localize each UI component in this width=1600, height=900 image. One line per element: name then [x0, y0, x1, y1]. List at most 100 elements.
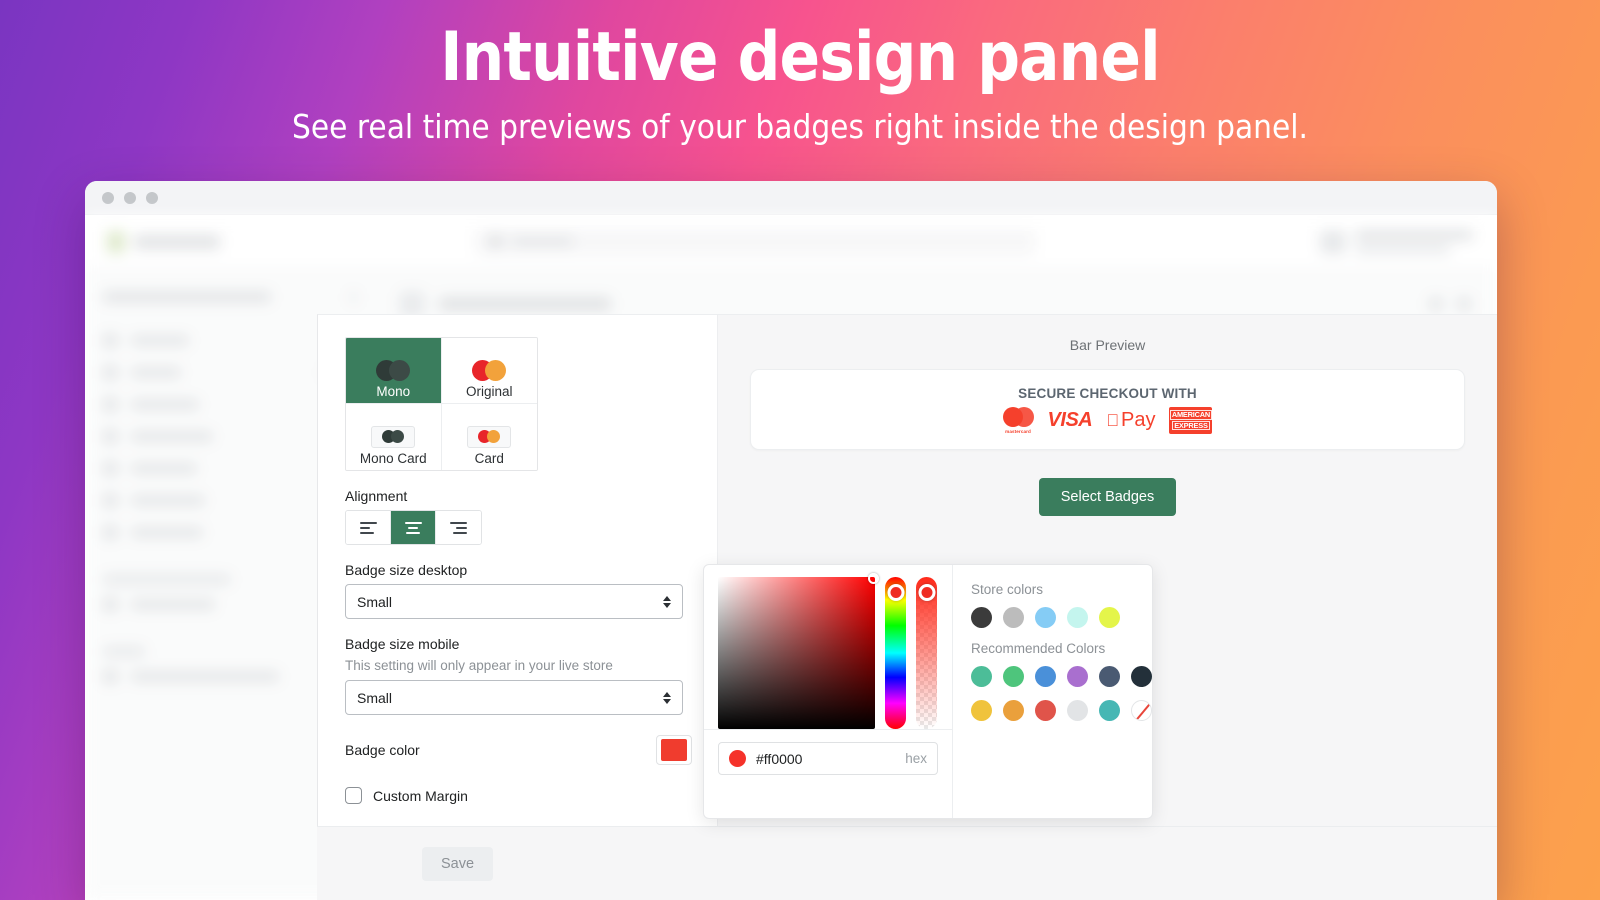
alpha-handle[interactable] — [918, 584, 935, 601]
align-right-button[interactable] — [436, 511, 481, 544]
close-dot[interactable] — [102, 191, 114, 204]
hue-handle[interactable] — [887, 584, 904, 601]
rec-swatch-1[interactable] — [971, 666, 992, 687]
hue-slider[interactable] — [885, 577, 906, 729]
rec-swatch-5[interactable] — [1099, 666, 1120, 687]
search-icon — [489, 235, 502, 248]
visa-badge-icon: VISA — [1047, 408, 1093, 431]
badge-style-original[interactable]: Original — [441, 338, 537, 404]
store-swatch-5[interactable] — [1099, 607, 1120, 628]
search-placeholder — [511, 237, 573, 246]
rec-swatch-3[interactable] — [1035, 666, 1056, 687]
rec-swatch-10[interactable] — [1067, 700, 1088, 721]
badge-size-mobile-value: Small — [357, 689, 393, 706]
save-bar: Save — [317, 826, 1497, 900]
badge-style-mono[interactable]: Mono — [346, 338, 442, 404]
store-swatch-4[interactable] — [1067, 607, 1088, 628]
apple-pay-label: Pay — [1114, 408, 1155, 431]
badge-style-card[interactable]: Card — [441, 404, 537, 470]
alpha-slider[interactable] — [916, 577, 937, 729]
rec-swatch-6[interactable] — [1131, 666, 1152, 687]
admin-topbar — [85, 215, 1497, 269]
minimize-dot[interactable] — [124, 191, 136, 204]
maximize-dot[interactable] — [146, 191, 158, 204]
account-menu[interactable] — [1320, 229, 1473, 254]
online-store-icon — [103, 597, 118, 612]
recommended-colors-title: Recommended Colors — [971, 641, 1106, 656]
admin-page-actions[interactable] — [1429, 297, 1471, 311]
hex-input-row: #ff0000 hex — [704, 729, 952, 775]
rec-swatch-4[interactable] — [1067, 666, 1088, 687]
admin-search-input[interactable] — [475, 228, 1035, 255]
save-button[interactable]: Save — [422, 846, 494, 881]
payment-badges-row: mastercard VISA  Pay AMERICAN EXPRESS — [1002, 406, 1213, 434]
store-swatch-1[interactable] — [971, 607, 992, 628]
no-color-swatch[interactable] — [1131, 700, 1152, 721]
color-card-icon — [467, 425, 512, 448]
select-badges-wrap: Select Badges — [718, 478, 1497, 516]
badge-size-desktop-value: Small — [357, 593, 393, 610]
mastercard-badge-label: mastercard — [1005, 428, 1031, 434]
badge-color-swatch-button[interactable] — [656, 735, 692, 765]
rec-swatch-2[interactable] — [1003, 666, 1024, 687]
browser-window: Mono Original Mono Card Card Alignment B… — [85, 181, 1497, 900]
custom-margin-row[interactable]: Custom Margin — [345, 787, 692, 804]
badge-size-mobile-select[interactable]: Small — [345, 680, 683, 715]
mastercard-badge-icon: mastercard — [1002, 406, 1034, 434]
bar-preview-title: Bar Preview — [1069, 337, 1146, 353]
avatar — [1320, 229, 1346, 254]
rec-swatch-11[interactable] — [1099, 700, 1120, 721]
alignment-segmented-control — [345, 510, 482, 545]
shopify-logo-icon — [107, 230, 125, 253]
stepper-arrows-icon — [663, 595, 671, 608]
hex-unit-label: hex — [905, 751, 927, 766]
select-badges-button[interactable]: Select Badges — [1038, 478, 1177, 516]
badge-size-mobile-label: Badge size mobile — [345, 636, 460, 652]
hero-section: Intuitive design panel See real time pre… — [0, 0, 1600, 146]
badge-size-desktop-label: Badge size desktop — [345, 562, 468, 578]
rec-swatch-7[interactable] — [971, 700, 992, 721]
home-icon — [103, 333, 118, 348]
store-switcher[interactable] — [103, 291, 357, 303]
window-titlebar — [85, 181, 1497, 215]
badge-style-card-label: Card — [474, 450, 504, 466]
mono-card-icon — [371, 425, 416, 448]
mastercard-mono-icon — [376, 359, 411, 381]
hex-color-dot — [729, 750, 746, 767]
alignment-label: Alignment — [345, 488, 408, 504]
orders-icon — [103, 365, 118, 380]
align-center-icon — [404, 521, 422, 534]
hex-input[interactable]: #ff0000 hex — [718, 742, 938, 775]
badge-color-row: Badge color — [345, 735, 692, 765]
align-center-button[interactable] — [391, 511, 436, 544]
sv-handle[interactable] — [868, 573, 879, 584]
badge-style-mono-label: Mono — [376, 383, 411, 399]
recommended-colors-row-2 — [971, 700, 1152, 721]
badge-color-label: Badge color — [345, 742, 420, 758]
rec-swatch-9[interactable] — [1035, 700, 1056, 721]
store-colors-title: Store colors — [971, 582, 1044, 597]
amex-line2: EXPRESS — [1172, 420, 1210, 431]
badge-size-desktop-select[interactable]: Small — [345, 584, 683, 619]
page-title: Intuitive design panel — [440, 18, 1160, 97]
store-colors-swatches — [971, 607, 1152, 628]
secure-checkout-text: SECURE CHECKOUT WITH — [1018, 385, 1197, 401]
saturation-value-area[interactable] — [718, 573, 879, 729]
badge-size-mobile-help: This setting will only appear in your li… — [345, 658, 613, 673]
store-swatch-3[interactable] — [1035, 607, 1056, 628]
badge-style-original-label: Original — [465, 383, 513, 399]
rec-swatch-8[interactable] — [1003, 700, 1024, 721]
account-labels — [1355, 229, 1473, 254]
align-left-button[interactable] — [346, 511, 391, 544]
badge-style-mono-card-label: Mono Card — [359, 450, 427, 466]
custom-margin-label: Custom Margin — [373, 787, 468, 804]
amex-line1: AMERICAN — [1169, 409, 1213, 420]
current-color-preview — [661, 739, 687, 761]
badge-style-mono-card[interactable]: Mono Card — [346, 404, 442, 470]
store-swatch-2[interactable] — [1003, 607, 1024, 628]
customers-icon — [103, 429, 118, 444]
analytics-icon — [103, 461, 118, 476]
page-subtitle: See real time previews of your badges ri… — [292, 107, 1308, 146]
mastercard-color-icon — [472, 359, 507, 381]
custom-margin-checkbox[interactable] — [345, 787, 362, 804]
